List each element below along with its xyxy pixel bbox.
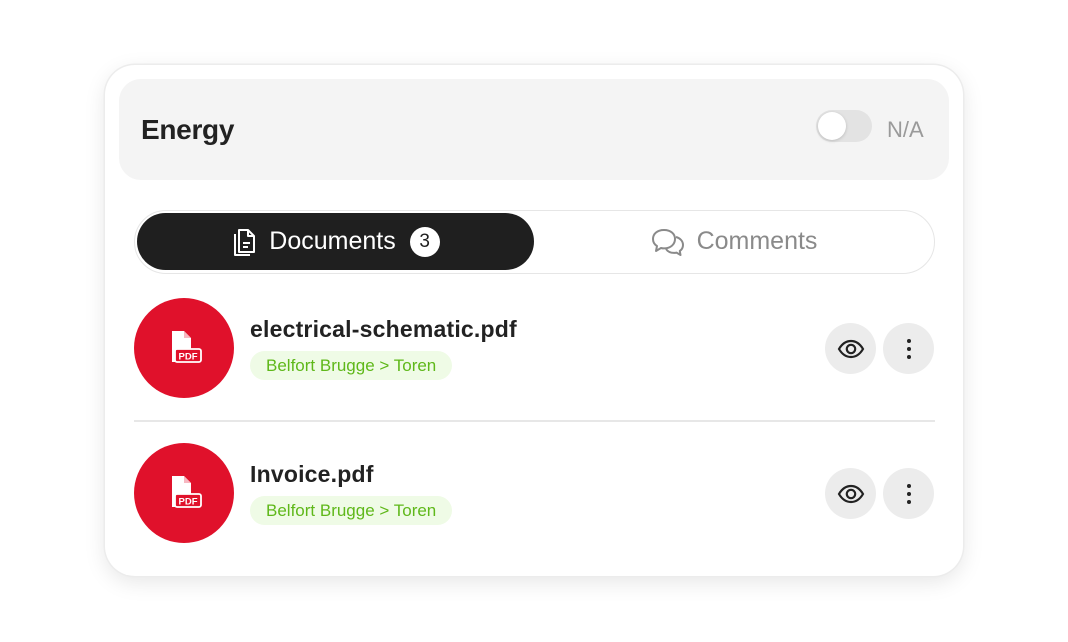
document-name[interactable]: electrical-schematic.pdf bbox=[250, 316, 517, 343]
more-options-button[interactable] bbox=[883, 323, 934, 374]
tab-comments[interactable]: Comments bbox=[536, 213, 932, 270]
pdf-file-icon: PDF bbox=[134, 298, 234, 398]
more-options-button[interactable] bbox=[883, 468, 934, 519]
pdf-file-icon: PDF bbox=[134, 443, 234, 543]
svg-text:PDF: PDF bbox=[179, 351, 198, 362]
kebab-menu-icon bbox=[906, 338, 911, 359]
view-button[interactable] bbox=[825, 323, 876, 374]
eye-icon bbox=[837, 484, 864, 503]
documents-icon bbox=[234, 228, 256, 256]
tab-documents-label: Documents bbox=[269, 227, 396, 255]
view-button[interactable] bbox=[825, 468, 876, 519]
row-divider bbox=[134, 420, 935, 422]
document-location-tag: Belfort Brugge > Toren bbox=[250, 496, 453, 525]
documents-count-badge: 3 bbox=[409, 226, 440, 257]
section-header: Energy N/A bbox=[119, 79, 949, 180]
tab-documents[interactable]: Documents 3 bbox=[137, 213, 534, 270]
na-toggle[interactable] bbox=[816, 110, 872, 142]
document-name[interactable]: Invoice.pdf bbox=[250, 461, 374, 488]
svg-text:PDF: PDF bbox=[179, 496, 198, 507]
toggle-knob bbox=[818, 112, 846, 140]
eye-icon bbox=[837, 339, 864, 358]
comments-icon bbox=[651, 228, 684, 256]
tab-comments-label: Comments bbox=[696, 227, 818, 255]
document-row[interactable]: PDF Invoice.pdf Belfort Brugge > Toren bbox=[134, 443, 935, 543]
document-row[interactable]: PDF electrical-schematic.pdf Belfort Bru… bbox=[134, 298, 935, 398]
toggle-label: N/A bbox=[887, 117, 924, 142]
kebab-menu-icon bbox=[906, 483, 911, 504]
documents-card: Energy N/A Documents 3 Comments PDF elec… bbox=[105, 65, 963, 576]
tab-bar: Documents 3 Comments bbox=[134, 210, 935, 274]
document-location-tag: Belfort Brugge > Toren bbox=[250, 351, 453, 380]
section-title: Energy bbox=[141, 114, 235, 145]
